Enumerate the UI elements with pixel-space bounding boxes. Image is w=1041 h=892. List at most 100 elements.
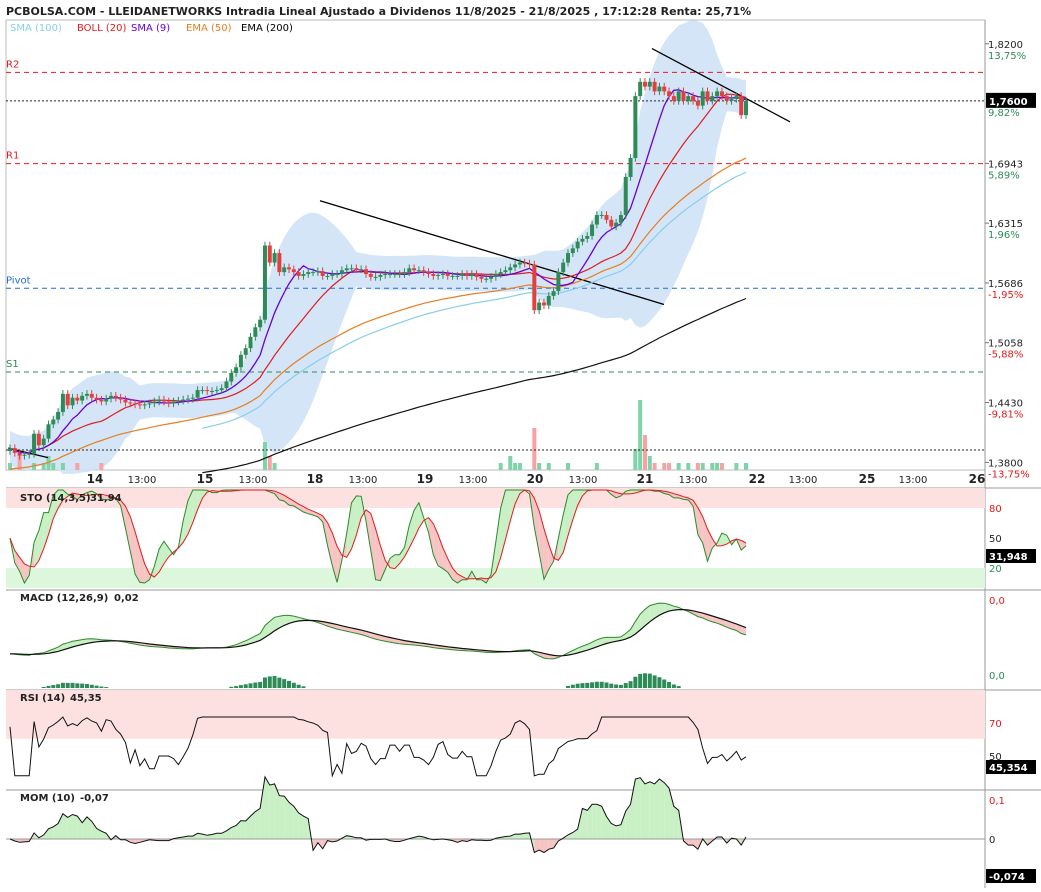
candle-body xyxy=(719,91,724,97)
volume-bar xyxy=(652,463,657,470)
candle-body xyxy=(566,253,571,263)
candle-body xyxy=(118,397,123,400)
rsi-value: 45,35 xyxy=(70,693,102,704)
candle-body xyxy=(46,424,51,439)
candle-body xyxy=(503,270,508,273)
volume-bar xyxy=(546,463,551,470)
time-tick-label: 13:00 xyxy=(679,475,708,486)
pct-tick-label: -5,88% xyxy=(988,350,1023,361)
candle-body xyxy=(142,404,147,406)
candle-body xyxy=(662,86,667,92)
mom-fill xyxy=(649,781,655,839)
candle-body xyxy=(556,272,561,292)
volume-bar xyxy=(744,463,748,470)
candle-body xyxy=(498,272,503,275)
pct-tick-label: -9,81% xyxy=(988,409,1023,420)
macd-histogram-bar xyxy=(56,684,61,688)
macd-histogram-bar xyxy=(657,677,662,688)
candle-body xyxy=(628,157,633,177)
candle-body xyxy=(22,454,27,456)
macd-histogram-bar xyxy=(652,675,657,688)
candle-body xyxy=(431,274,436,276)
sto-fill xyxy=(43,512,49,549)
candle-body xyxy=(171,401,176,404)
candle-body xyxy=(715,91,720,97)
candle-body xyxy=(325,275,330,277)
candle-body xyxy=(219,388,224,391)
candle-body xyxy=(277,253,282,273)
macd-histogram-bar xyxy=(671,684,676,688)
macd-histogram-bar xyxy=(575,683,580,688)
candle-body xyxy=(238,354,243,368)
candle-body xyxy=(739,96,744,116)
candle-body xyxy=(51,419,56,425)
candle-body xyxy=(267,245,272,263)
level-label-r2: R2 xyxy=(6,59,19,70)
time-tick-label: 13:00 xyxy=(128,475,157,486)
mom-fill xyxy=(644,781,650,839)
macd-histogram-bar xyxy=(609,683,614,688)
candle-body xyxy=(546,295,551,306)
time-tick-label: 19 xyxy=(417,472,434,486)
candle-body xyxy=(84,393,89,396)
candle-body xyxy=(287,267,292,270)
candle-body xyxy=(537,302,542,311)
candle-body xyxy=(686,96,691,101)
candle-body xyxy=(691,96,696,101)
macd-histogram-bar xyxy=(277,677,282,688)
candle-body xyxy=(243,348,248,355)
candle-body xyxy=(128,402,133,404)
time-tick-label: 25 xyxy=(859,472,876,486)
candle-body xyxy=(378,274,383,277)
volume-bar xyxy=(262,442,267,470)
macd-histogram-bar xyxy=(594,681,599,688)
candle-body xyxy=(614,222,619,227)
candle-body xyxy=(272,253,277,263)
legend-item: EMA (200) xyxy=(241,23,293,34)
macd-title: MACD (12,26,9) xyxy=(20,593,108,604)
candle-body xyxy=(315,271,320,273)
candle-body xyxy=(484,278,489,280)
candle-body xyxy=(56,411,61,420)
chart-svg: R2 R1 Pivot S1 1,820013,75% 1,69435,89% 1,631… xyxy=(5,5,1041,888)
mom-fill xyxy=(269,783,275,839)
candle-body xyxy=(489,276,494,279)
mom-fill xyxy=(289,802,294,839)
candle-body xyxy=(517,262,522,265)
candle-body xyxy=(647,81,652,87)
candle-body xyxy=(301,274,306,276)
candle-body xyxy=(36,433,41,446)
time-tick-label: 21 xyxy=(637,472,654,486)
sto-fill xyxy=(192,490,198,523)
candle-body xyxy=(354,268,359,270)
mom-fill xyxy=(635,777,641,839)
candle-body xyxy=(710,96,715,101)
volume-bar xyxy=(686,463,691,470)
candle-body xyxy=(335,274,340,276)
mom-fill xyxy=(596,804,602,839)
candle-body xyxy=(339,270,344,275)
mom-fill xyxy=(216,833,222,839)
mom-fill xyxy=(688,839,694,846)
pct-tick-label: 1,96% xyxy=(988,230,1020,241)
mom-fill xyxy=(260,776,265,839)
time-tick-label: 13:00 xyxy=(899,475,928,486)
candle-body xyxy=(311,272,316,274)
macd-value: 0,02 xyxy=(114,593,139,604)
candle-body xyxy=(195,390,200,398)
mom-fill xyxy=(240,820,246,839)
candle-body xyxy=(474,274,479,277)
candle-body xyxy=(700,91,705,106)
candle-body xyxy=(397,274,402,276)
candle-body xyxy=(253,327,258,337)
macd-histogram-bar xyxy=(570,684,575,688)
sto-last-label: 31,948 xyxy=(989,552,1028,563)
macd-histogram-bar xyxy=(80,683,85,688)
candle-body xyxy=(147,403,152,405)
current-pct-label: 9,82% xyxy=(988,108,1020,119)
macd-histogram-bar xyxy=(243,684,248,688)
candle-body xyxy=(70,397,75,406)
candle-body xyxy=(599,215,604,217)
candle-body xyxy=(75,397,80,401)
macd-histogram-bar xyxy=(238,685,243,688)
